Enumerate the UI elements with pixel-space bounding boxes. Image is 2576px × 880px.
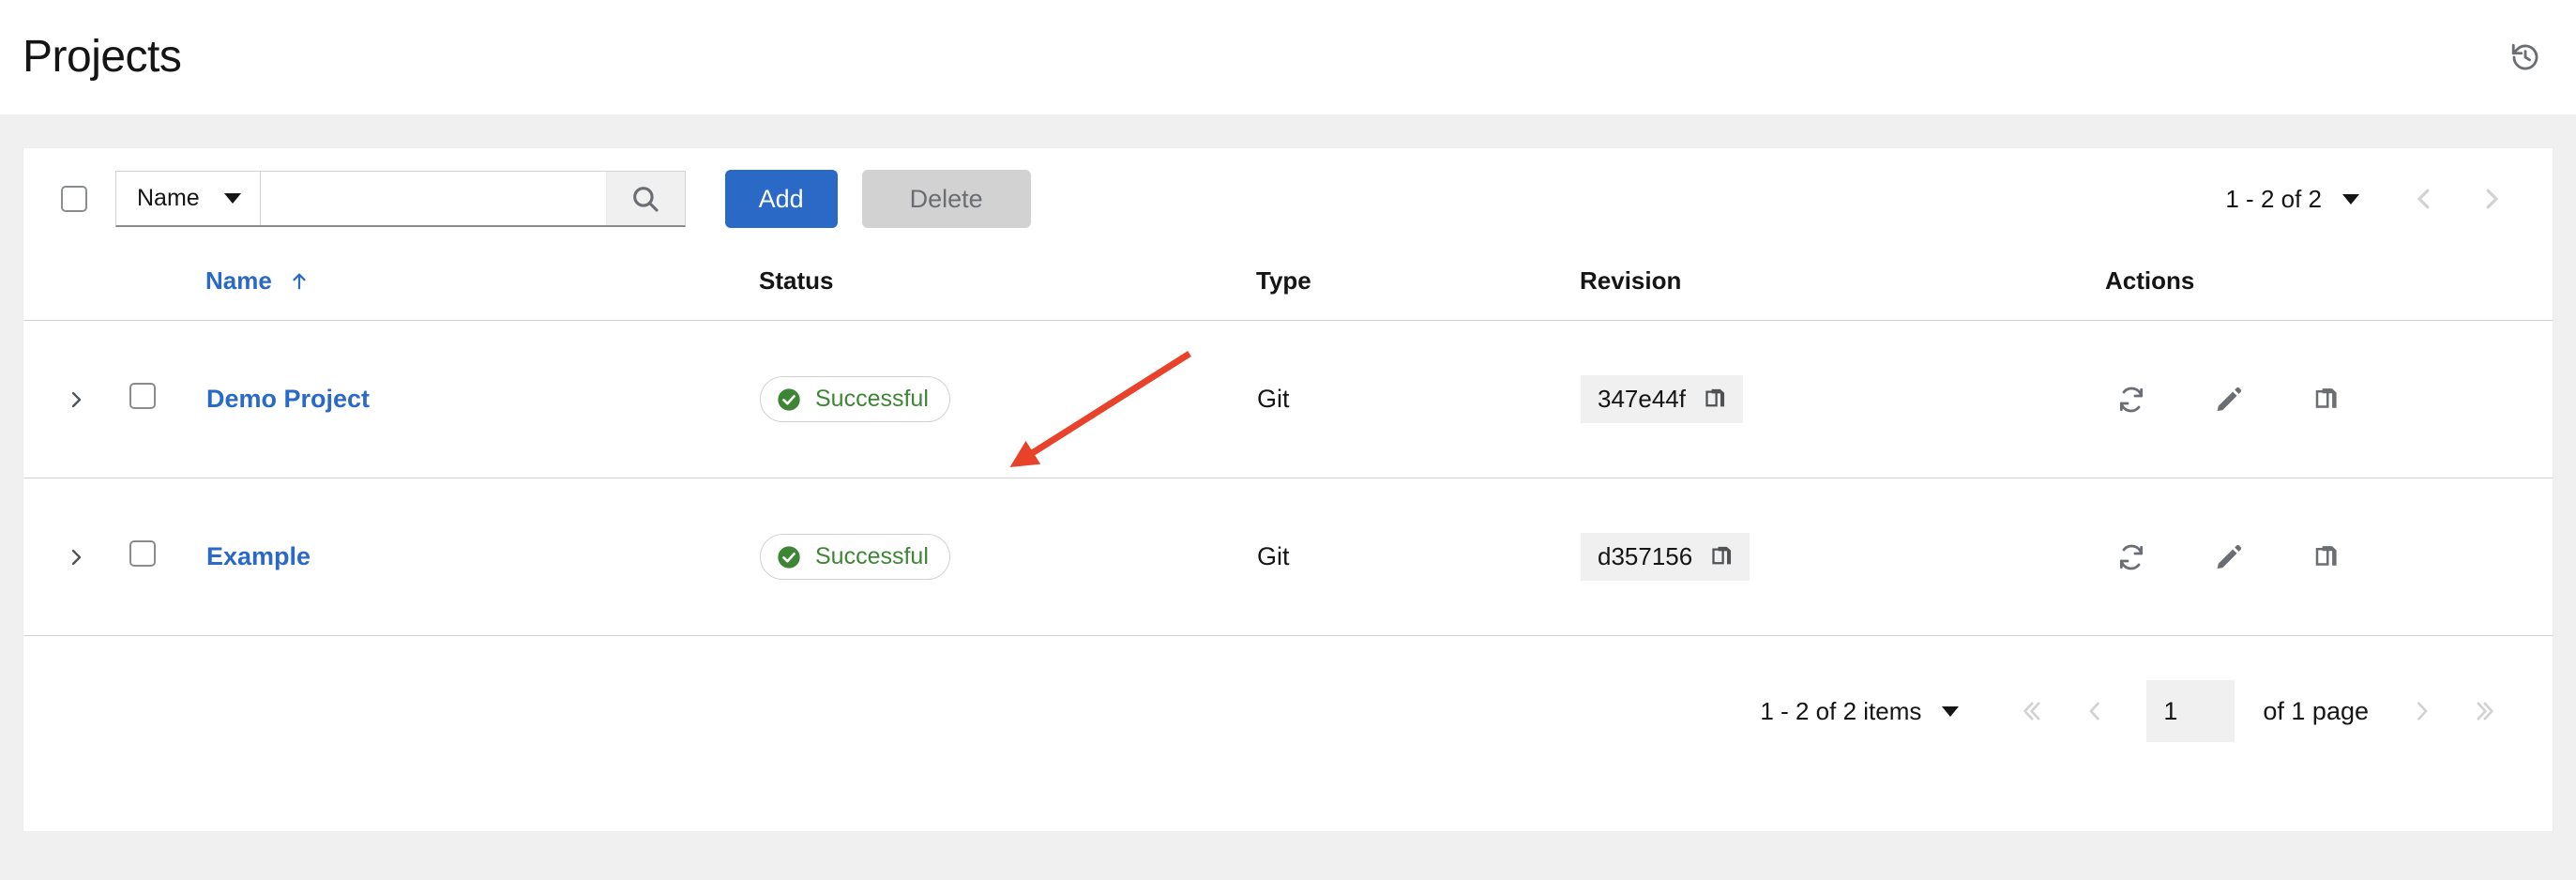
row-name-cell: Example <box>205 478 759 636</box>
copy-icon[interactable] <box>2307 538 2346 577</box>
history-icon[interactable] <box>2503 35 2548 80</box>
filter-type-dropdown[interactable]: Name <box>116 172 261 225</box>
projects-table: Name Status Type Revision Actions <box>23 250 2553 636</box>
status-label: Successful <box>815 386 929 413</box>
filter-type-label: Name <box>137 185 200 212</box>
row-actions-cell <box>2105 478 2553 636</box>
table-header: Name Status Type Revision Actions <box>23 250 2553 321</box>
page-header: Projects <box>0 0 2576 114</box>
row-checkbox-cell <box>129 321 205 478</box>
footer-nav: of 1 page <box>2004 680 2513 742</box>
search-button[interactable] <box>606 172 685 225</box>
search-filter-group: Name <box>115 171 686 227</box>
project-name-link[interactable]: Demo Project <box>206 385 370 413</box>
footer-per-page-dropdown[interactable] <box>1942 706 1959 717</box>
th-actions: Actions <box>2105 250 2553 321</box>
of-pages-label: of 1 page <box>2263 697 2369 726</box>
row-status-cell: Successful <box>759 321 1256 478</box>
prev-page-button <box>2068 684 2122 738</box>
row-status-cell: Successful <box>759 478 1256 636</box>
th-revision[interactable]: Revision <box>1580 250 2105 321</box>
check-circle-icon <box>776 387 802 413</box>
row-checkbox-cell <box>129 478 205 636</box>
status-badge[interactable]: Successful <box>760 534 950 580</box>
projects-card: Name Add Delete 1 - 2 of 2 <box>23 147 2553 832</box>
toolbar-next-page-button <box>2464 172 2519 226</box>
arrow-up-icon <box>289 268 310 295</box>
copy-icon[interactable] <box>2307 380 2346 419</box>
row-revision-cell: 347e44f <box>1580 321 2105 478</box>
th-name-label: Name <box>205 266 272 296</box>
table-body: Demo Project Successful Git <box>23 321 2553 636</box>
row-name-cell: Demo Project <box>205 321 759 478</box>
revision-chip: 347e44f <box>1581 375 1743 423</box>
check-circle-icon <box>776 544 802 570</box>
table-row: Demo Project Successful Git <box>23 321 2553 478</box>
project-name-link[interactable]: Example <box>206 542 311 570</box>
select-all-checkbox[interactable] <box>61 186 87 212</box>
table-row: Example Successful Git <box>23 478 2553 636</box>
chevron-down-icon <box>224 193 241 204</box>
delete-button: Delete <box>862 170 1031 228</box>
table-header-row: Name Status Type Revision Actions <box>23 250 2553 321</box>
per-page-dropdown[interactable] <box>2342 194 2359 205</box>
status-label: Successful <box>815 543 929 570</box>
sort-by-name[interactable]: Name <box>205 266 310 296</box>
sync-icon[interactable] <box>2112 380 2151 419</box>
th-type[interactable]: Type <box>1256 250 1580 321</box>
table-footer-pagination: 1 - 2 of 2 items of 1 page <box>23 636 2553 786</box>
chevron-right-icon[interactable] <box>55 379 97 420</box>
pencil-icon[interactable] <box>2209 380 2249 419</box>
th-name[interactable]: Name <box>205 250 759 321</box>
toolbar-prev-page-button <box>2397 172 2451 226</box>
search-input[interactable] <box>261 172 606 225</box>
th-checkbox <box>129 250 205 321</box>
pencil-icon[interactable] <box>2209 538 2249 577</box>
footer-pagination-summary: 1 - 2 of 2 items <box>1760 697 1921 726</box>
row-actions <box>2106 538 2552 577</box>
status-badge[interactable]: Successful <box>760 376 950 422</box>
th-status[interactable]: Status <box>759 250 1256 321</box>
revision-value: d357156 <box>1598 542 1692 571</box>
toolbar-pagination: 1 - 2 of 2 <box>2225 172 2519 226</box>
row-type-cell: Git <box>1256 478 1580 636</box>
row-expand-cell <box>23 321 129 478</box>
toolbar-pagination-summary: 1 - 2 of 2 <box>2225 185 2322 214</box>
chevron-right-icon[interactable] <box>55 537 97 578</box>
first-page-button <box>2004 684 2058 738</box>
row-select-checkbox[interactable] <box>129 383 156 409</box>
add-button[interactable]: Add <box>725 170 838 228</box>
row-actions <box>2106 380 2552 419</box>
toolbar-pagination-nav <box>2397 172 2519 226</box>
copy-icon[interactable] <box>1703 387 1728 412</box>
row-actions-cell <box>2105 321 2553 478</box>
row-type-cell: Git <box>1256 321 1580 478</box>
row-revision-cell: d357156 <box>1580 478 2105 636</box>
revision-value: 347e44f <box>1598 385 1686 414</box>
page-title: Projects <box>23 35 181 80</box>
row-expand-cell <box>23 478 129 636</box>
header-actions <box>2503 35 2548 80</box>
table-toolbar: Name Add Delete 1 - 2 of 2 <box>23 148 2553 250</box>
th-expand <box>23 250 129 321</box>
row-select-checkbox[interactable] <box>129 540 156 567</box>
next-page-button <box>2395 684 2449 738</box>
copy-icon[interactable] <box>1709 544 1735 569</box>
page-number-input[interactable] <box>2146 680 2235 742</box>
revision-chip: d357156 <box>1581 533 1750 581</box>
sync-icon[interactable] <box>2112 538 2151 577</box>
last-page-button <box>2459 684 2513 738</box>
